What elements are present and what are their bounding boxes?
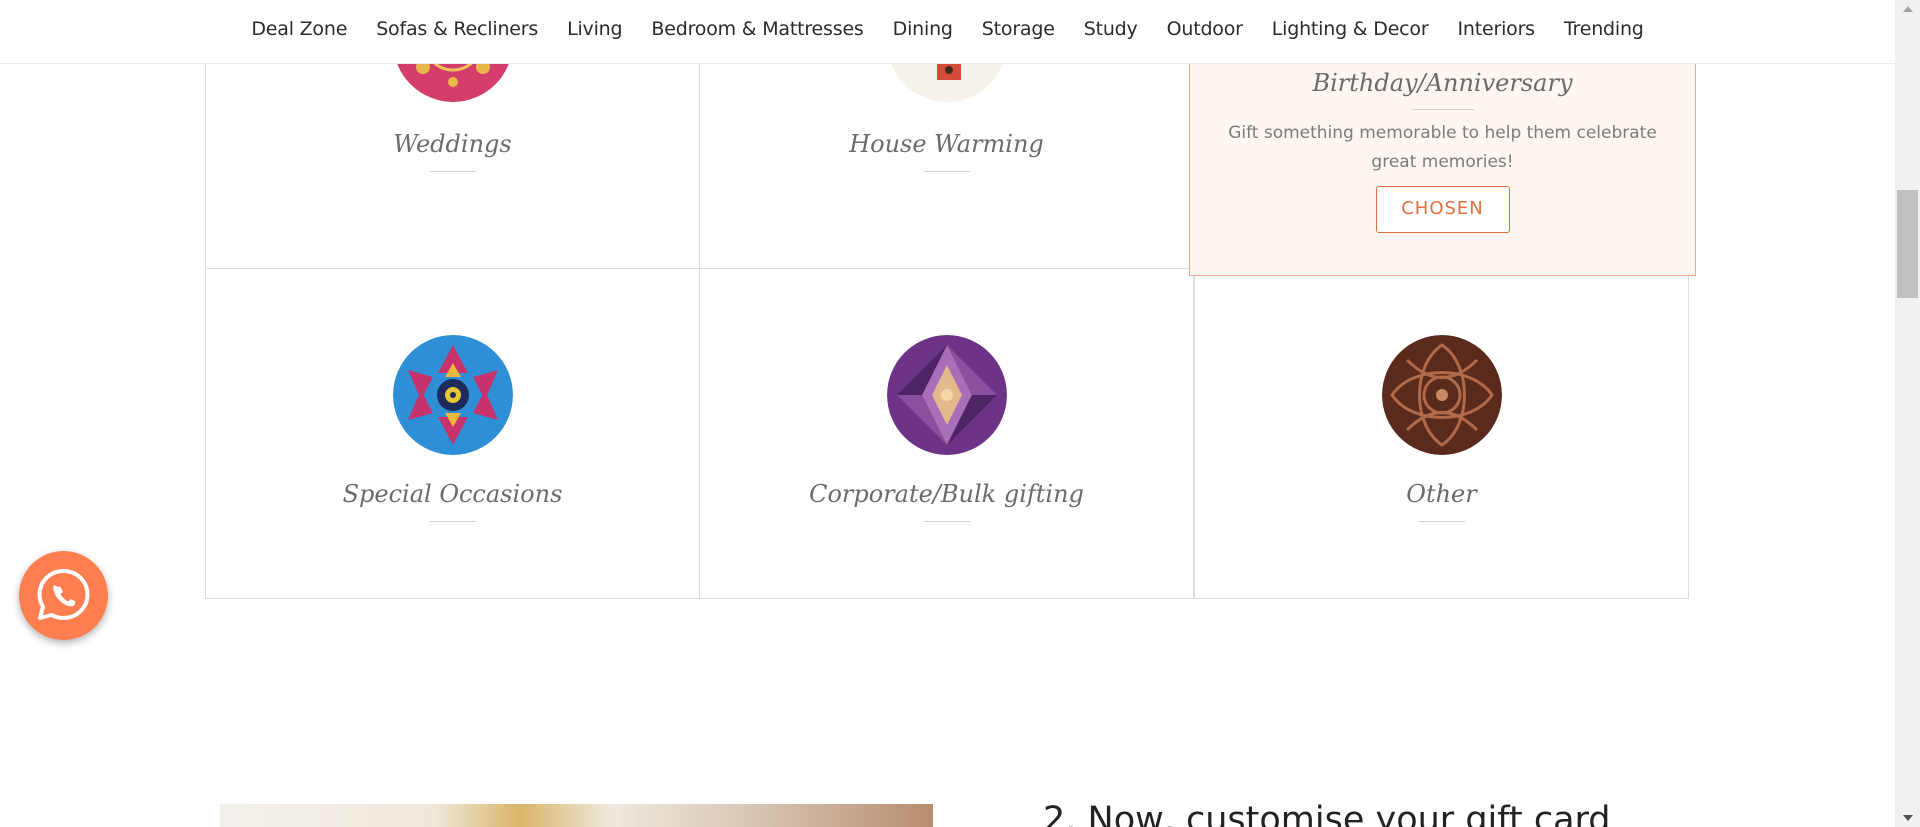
occasion-description: Gift something memorable to help them ce… [1228,123,1657,172]
occasion-label: Weddings [393,130,512,158]
nav-item-outdoor[interactable]: Outdoor [1152,18,1257,40]
nav-item-storage[interactable]: Storage [967,18,1069,40]
occasion-label: Special Occasions [342,480,563,508]
scroll-down-arrow-icon[interactable] [1903,815,1913,821]
occasion-label: House Warming [849,130,1044,158]
occasion-label: Birthday/Anniversary [1312,69,1573,97]
occasion-label: Other [1406,480,1477,508]
occasion-label: Corporate/Bulk gifting [809,480,1084,508]
occasion-grid: Weddings House Warming Special Occasions… [205,0,1696,599]
copper-filigree-icon [1381,335,1502,455]
label-underline [1411,109,1474,110]
scrollbar-thumb[interactable] [1897,190,1918,298]
nav-item-sofas-recliners[interactable]: Sofas & Recliners [362,18,553,40]
label-underline [1418,521,1465,522]
whatsapp-chat-button[interactable] [19,551,108,640]
occasion-card-corporate-bulk-gifting[interactable]: Corporate/Bulk gifting [699,268,1194,599]
purple-crystal-icon [886,335,1007,455]
whatsapp-icon [37,569,90,620]
label-underline [429,521,476,522]
page-scrollbar[interactable] [1895,0,1920,827]
nav-item-living[interactable]: Living [553,18,637,40]
step-2-heading: 2. Now, customise your gift card [1043,800,1611,827]
nav-item-lighting-decor[interactable]: Lighting & Decor [1257,18,1443,40]
nav-item-trending[interactable]: Trending [1549,18,1658,40]
label-underline [923,171,970,172]
occasion-card-special-occasions[interactable]: Special Occasions [205,268,700,599]
kaleidoscope-icon [392,335,513,455]
nav-item-interiors[interactable]: Interiors [1443,18,1549,40]
nav-item-deal-zone[interactable]: Deal Zone [237,18,362,40]
nav-item-study[interactable]: Study [1069,18,1152,40]
main-nav: Deal Zone Sofas & Recliners Living Bedro… [0,0,1895,64]
scroll-up-arrow-icon[interactable] [1903,6,1913,12]
chosen-button[interactable]: CHOSEN [1375,186,1510,233]
occasion-card-other[interactable]: Other [1194,268,1689,599]
nav-item-dining[interactable]: Dining [878,18,967,40]
gift-card-preview-image [220,804,933,827]
label-underline [923,521,970,522]
nav-item-bedroom-mattresses[interactable]: Bedroom & Mattresses [637,18,878,40]
label-underline [429,171,476,172]
